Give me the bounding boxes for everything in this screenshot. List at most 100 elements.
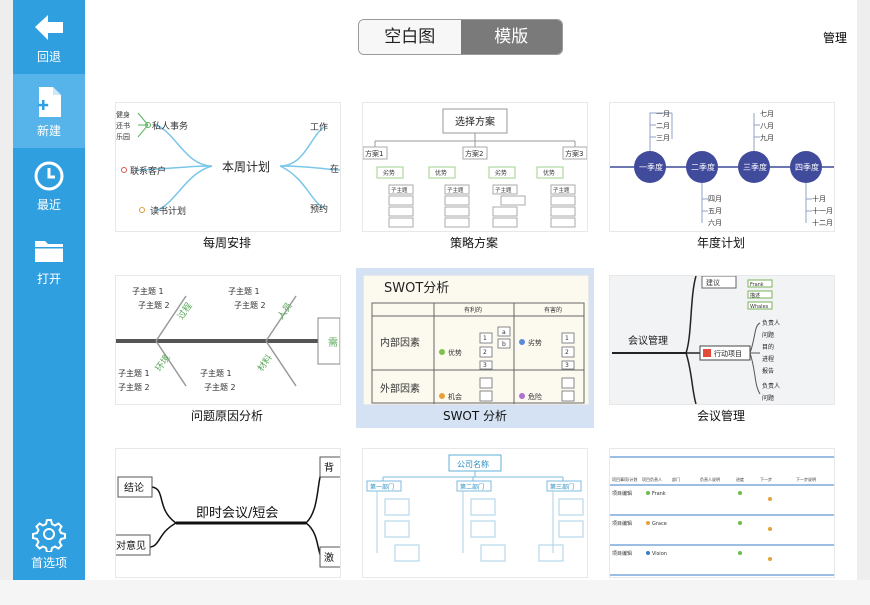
manage-button[interactable]: 管理 — [823, 29, 847, 46]
swot-num: a — [502, 329, 506, 336]
strategy-plan: 方案3 — [565, 149, 583, 158]
month-label: 四月 — [708, 195, 722, 203]
meeting-leaf: 描述 — [750, 292, 760, 299]
meeting-leaf: 负责人 — [762, 319, 780, 327]
new-label: 新建 — [36, 124, 61, 138]
map-node: 在 — [330, 163, 339, 175]
fish-bone: 环境 — [153, 352, 173, 374]
strategy-plan: 方案2 — [465, 149, 483, 158]
swot-num: 3 — [565, 362, 569, 369]
org-dept: 第二部门 — [460, 483, 484, 491]
table-cell: 项目编辑 — [612, 520, 632, 527]
swot-title: SWOT分析 — [384, 281, 449, 296]
strategy-plan: 方案1 — [365, 149, 383, 158]
swot-num: 2 — [483, 349, 487, 356]
template-card-annual[interactable]: 一季度 二季度 三季度 四季度 一月 二月 三月 七月 八月 九月 四月 五月 … — [606, 99, 844, 259]
back-button[interactable]: 回退 — [13, 0, 85, 74]
map-node: 联系客户 — [130, 165, 166, 177]
quick-node: 背 — [324, 461, 334, 474]
map-center: 本周计划 — [222, 160, 270, 174]
template-card-swot[interactable]: SWOT分析 有利的 有害的 内部因素 外部因素 优势 劣势 机会 危险 1 2… — [356, 268, 594, 428]
template-card-fishbone[interactable]: 需 子主题 1 子主题 2 子主题 1 子主题 2 子主题 1 子主题 2 子主… — [112, 272, 350, 432]
template-thumbnail: 会议管理 建议 行动项目 Frank 描述 Whales 负责人 问题 目的 进… — [609, 275, 835, 405]
meeting-center: 会议管理 — [628, 334, 668, 347]
fish-sub: 子主题 1 — [228, 286, 260, 296]
preferences-button[interactable]: 首选项 — [13, 506, 85, 580]
swot-cell: 优势 — [448, 348, 462, 357]
swot-row: 外部因素 — [380, 382, 420, 395]
map-node: 工作 — [310, 121, 328, 133]
month-label: 十月 — [812, 194, 826, 203]
org-root: 公司名称 — [457, 459, 489, 469]
meeting-leaf: 问题 — [762, 394, 774, 402]
fish-bone: 材料 — [255, 352, 275, 374]
fish-sub: 子主题 2 — [138, 300, 170, 310]
template-card-quick-meeting[interactable]: 即时会议/短会 结论 对意见 背 激 — [112, 445, 350, 605]
new-button[interactable]: 新建 — [13, 74, 85, 148]
quarter-node: 四季度 — [795, 162, 819, 172]
template-card-weekly[interactable]: 本周计划 私人事务 联系客户 读书计划 工作 在 预约 健身 还书 乐园 每周安… — [112, 99, 350, 259]
fish-sub: 子主题 1 — [118, 368, 150, 378]
meeting-leaf: 目的 — [762, 343, 774, 351]
template-thumbnail: 一季度 二季度 三季度 四季度 一月 二月 三月 七月 八月 九月 四月 五月 … — [609, 102, 835, 232]
table-header: 项目负责人 — [642, 476, 662, 482]
quick-node: 对意见 — [116, 539, 146, 552]
table-cell: Frank — [652, 491, 666, 497]
strategy-tag: 优势 — [543, 169, 555, 177]
back-arrow-icon — [35, 15, 63, 40]
strategy-sub: 子主题 — [495, 186, 512, 194]
swot-cell: 危险 — [528, 392, 542, 401]
swot-num: 1 — [483, 335, 487, 342]
fish-bone: 过程 — [175, 300, 195, 322]
month-label: 五月 — [708, 207, 722, 215]
open-button[interactable]: 打开 — [13, 222, 85, 296]
swot-num: b — [502, 341, 506, 348]
back-label: 回退 — [36, 50, 61, 64]
month-label: 三月 — [656, 134, 670, 142]
table-header: 项目事项/计划 — [612, 476, 637, 482]
template-card-meeting[interactable]: 会议管理 建议 行动项目 Frank 描述 Whales 负责人 问题 目的 进… — [606, 272, 844, 432]
fish-sub: 子主题 2 — [234, 300, 266, 310]
tab-templates[interactable]: 模版 — [460, 20, 562, 54]
map-leaf: 乐园 — [116, 132, 130, 141]
template-card-org[interactable]: 公司名称 第一部门 第二部门 第三部门 — [359, 445, 597, 605]
swot-cell: 劣势 — [528, 338, 542, 347]
strategy-sub: 子主题 — [391, 186, 408, 194]
map-leaf: 还书 — [116, 121, 130, 130]
quarter-node: 二季度 — [691, 162, 715, 172]
fish-sub: 子主题 1 — [200, 368, 232, 378]
swot-col: 有利的 — [464, 306, 482, 314]
table-header: 下一步 — [760, 476, 772, 482]
left-edge — [0, 0, 13, 580]
fish-head: 需 — [328, 337, 338, 349]
table-header: 部门 — [672, 476, 680, 482]
swot-col: 有害的 — [544, 306, 562, 314]
meeting-leaf: 负责人 — [762, 382, 780, 390]
template-caption: SWOT 分析 — [442, 409, 508, 423]
template-thumbnail: 项目事项/计划 项目负责人 部门 负责人说明 进度 下一步 下一步说明 项目编辑… — [609, 448, 835, 578]
template-card-strategy[interactable]: 选择方案 方案1 方案2 方案3 劣势 优势 劣势 优势 子主题 子主题 子主题… — [359, 99, 597, 259]
month-label: 八月 — [760, 122, 774, 130]
quarter-node: 三季度 — [743, 162, 767, 172]
strategy-tag: 劣势 — [495, 169, 507, 177]
meeting-leaf: 报告 — [762, 367, 774, 375]
template-thumbnail: SWOT分析 有利的 有害的 内部因素 外部因素 优势 劣势 机会 危险 1 2… — [363, 275, 589, 405]
template-thumbnail: 即时会议/短会 结论 对意见 背 激 — [115, 448, 341, 578]
table-cell: Grace — [652, 521, 667, 527]
meeting-branch: 行动项目 — [714, 349, 742, 358]
template-card-project-table[interactable]: 项目事项/计划 项目负责人 部门 负责人说明 进度 下一步 下一步说明 项目编辑… — [606, 445, 844, 605]
meeting-leaf: 问题 — [762, 331, 774, 339]
recent-button[interactable]: 最近 — [13, 148, 85, 222]
table-cell: Vision — [652, 551, 667, 557]
org-dept: 第三部门 — [550, 483, 574, 491]
map-node: 预约 — [310, 203, 328, 215]
month-label: 七月 — [760, 109, 774, 118]
month-label: 十二月 — [812, 218, 833, 227]
table-cell: 项目编辑 — [612, 550, 632, 557]
table-header: 进度 — [736, 476, 744, 482]
fish-bone: 人员 — [275, 301, 294, 322]
strategy-tag: 优势 — [435, 169, 447, 177]
template-caption: 每周安排 — [202, 236, 251, 250]
fish-sub: 子主题 2 — [118, 382, 150, 392]
tab-blank[interactable]: 空白图 — [359, 20, 461, 54]
